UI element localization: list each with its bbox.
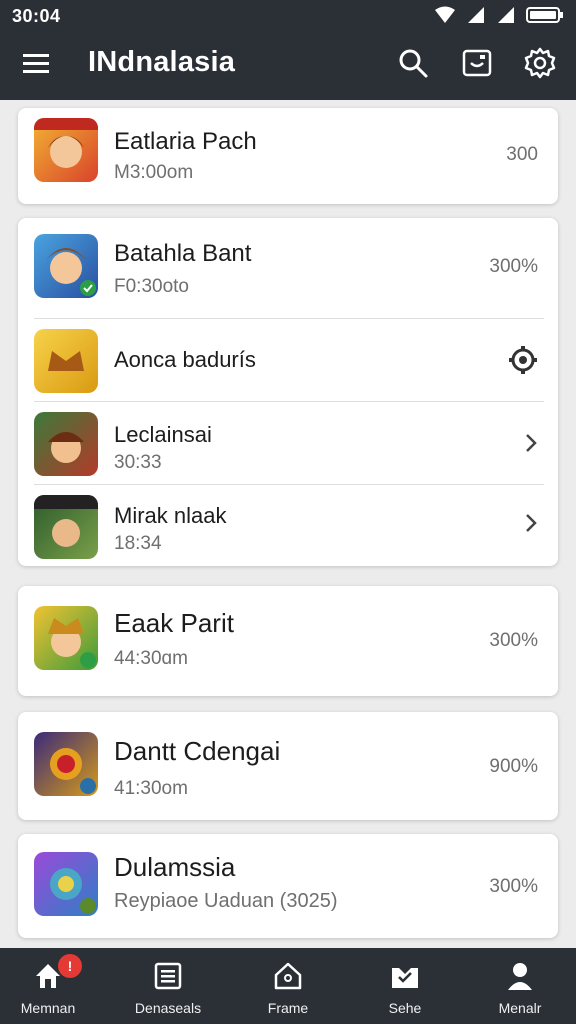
row-title: Eatlaria Pach — [114, 128, 257, 155]
game-thumbnail — [34, 329, 98, 393]
row-subtitle: 44:30ɑm — [114, 648, 188, 669]
signal-icon — [468, 7, 484, 23]
row-subtitle: 30:33 — [114, 452, 162, 473]
status-bar: 30:04 — [0, 0, 576, 30]
person-icon — [508, 963, 532, 990]
list-item[interactable]: Mirak nlaak 18:34 — [18, 485, 558, 566]
top-bar: 30:04 INdnalasia — [0, 0, 576, 100]
nav-label: Memnan — [20, 1000, 76, 1016]
gear-icon[interactable] — [523, 46, 557, 80]
nav-label: Denaseals — [134, 1000, 202, 1016]
list-item[interactable]: Eatlaria Pach M3:00om 300 — [18, 108, 558, 204]
row-title: Aonca badurís — [114, 347, 256, 372]
row-subtitle: 41:30om — [114, 778, 188, 799]
game-group-card: Batahla Bant F0:30oto 300% Aonca badurís… — [18, 218, 558, 566]
list-item[interactable]: Eaak Parit 44:30ɑm 300% — [18, 586, 558, 696]
battery-icon — [526, 7, 563, 23]
game-card[interactable]: Eaak Parit 44:30ɑm 300% — [18, 586, 558, 696]
nav-item-menalr[interactable]: Menalr — [472, 948, 568, 1024]
list-item[interactable]: Aonca badurís — [18, 319, 558, 401]
row-value: 900% — [489, 756, 538, 777]
game-thumbnail — [34, 118, 98, 182]
nav-item-home[interactable]: ! Memnan — [0, 948, 96, 1024]
game-thumbnail — [34, 412, 98, 476]
game-thumbnail — [34, 852, 98, 916]
menu-icon[interactable] — [20, 48, 54, 78]
list-icon — [154, 962, 182, 990]
row-subtitle: F0:30oto — [114, 276, 189, 297]
signal-icon — [498, 7, 514, 23]
chevron-right-icon[interactable] — [524, 513, 538, 533]
game-card[interactable]: Eatlaria Pach M3:00om 300 — [18, 108, 558, 204]
list-item[interactable]: Dantt Cdengai 41:30om 900% — [18, 712, 558, 820]
game-card[interactable]: Dantt Cdengai 41:30om 900% — [18, 712, 558, 820]
row-subtitle: Reypiaoe Uaduan (3025) — [114, 890, 338, 912]
row-value: 300% — [489, 256, 538, 277]
row-title: Eaak Parit — [114, 608, 234, 638]
game-card[interactable]: Dulamssia Reypiaoe Uaduan (3025) 300% — [18, 834, 558, 938]
game-thumbnail — [34, 732, 98, 796]
app-bar: INdnalasia — [0, 34, 576, 94]
search-icon[interactable] — [396, 46, 430, 80]
row-title: Batahla Bant — [114, 240, 252, 267]
game-thumbnail — [34, 495, 98, 559]
nav-item-sehe[interactable]: Sehe — [357, 948, 453, 1024]
row-value: 300 — [506, 144, 538, 165]
game-thumbnail — [34, 234, 98, 298]
row-subtitle: M3:00om — [114, 162, 194, 183]
list-item[interactable]: Batahla Bant F0:30oto 300% — [18, 218, 558, 318]
nav-label: Menalr — [498, 1000, 542, 1016]
nav-item-list[interactable]: Denaseals — [120, 948, 216, 1024]
app-title: INdnalasia — [88, 46, 236, 78]
list-item[interactable]: Dulamssia Reypiaoe Uaduan (3025) 300% — [18, 834, 558, 938]
nav-label: Sehe — [388, 1000, 422, 1016]
row-title: Leclainsai — [114, 422, 212, 447]
wifi-icon — [435, 6, 455, 23]
screen-icon[interactable] — [460, 46, 494, 80]
row-subtitle: 18:34 — [114, 533, 162, 554]
bottom-nav: ! Memnan Denaseals Frame Sehe Menalr — [0, 948, 576, 1024]
inbox-icon — [392, 968, 418, 988]
settings-gear-icon[interactable] — [508, 345, 538, 375]
house-outline-icon — [274, 962, 302, 990]
status-icons — [434, 6, 564, 24]
row-title: Dantt Cdengai — [114, 736, 281, 766]
nav-label: Frame — [267, 1000, 309, 1016]
row-value: 300% — [489, 630, 538, 651]
nav-item-frame[interactable]: Frame — [240, 948, 336, 1024]
notification-badge: ! — [58, 954, 82, 978]
row-value: 300% — [489, 876, 538, 897]
list-item[interactable]: Leclainsai 30:33 — [18, 402, 558, 484]
row-title: Dulamssia — [114, 852, 236, 882]
game-thumbnail — [34, 606, 98, 670]
row-title: Mirak nlaak — [114, 503, 227, 528]
status-time: 30:04 — [12, 6, 61, 26]
chevron-right-icon[interactable] — [524, 433, 538, 453]
